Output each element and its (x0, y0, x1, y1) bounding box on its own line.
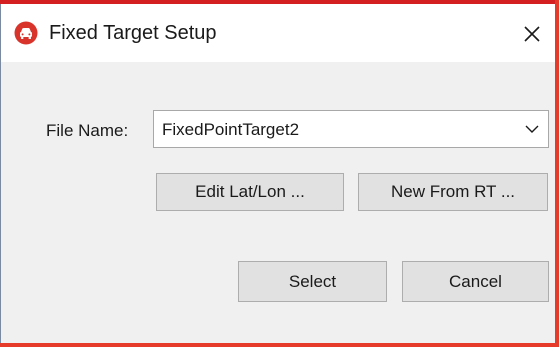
desktop-accent-bottom (0, 343, 559, 347)
close-button[interactable] (509, 12, 555, 56)
cancel-button[interactable]: Cancel (402, 261, 549, 302)
screen: Fixed Target Setup File Name: FixedPoint… (0, 0, 559, 347)
new-from-rt-button[interactable]: New From RT ... (358, 173, 548, 211)
chevron-down-icon (522, 119, 542, 139)
edit-lat-lon-button[interactable]: Edit Lat/Lon ... (156, 173, 344, 211)
title-bar: Fixed Target Setup (1, 4, 555, 62)
select-button[interactable]: Select (238, 261, 387, 302)
window-title: Fixed Target Setup (49, 22, 217, 44)
fixed-target-setup-dialog: Fixed Target Setup File Name: FixedPoint… (0, 4, 555, 343)
desktop-accent-right (555, 0, 559, 347)
file-name-label: File Name: (46, 121, 129, 140)
file-name-value: FixedPointTarget2 (162, 120, 300, 139)
red-car-icon (14, 21, 38, 45)
close-icon (524, 26, 540, 42)
file-name-dropdown[interactable]: FixedPointTarget2 (153, 110, 549, 148)
